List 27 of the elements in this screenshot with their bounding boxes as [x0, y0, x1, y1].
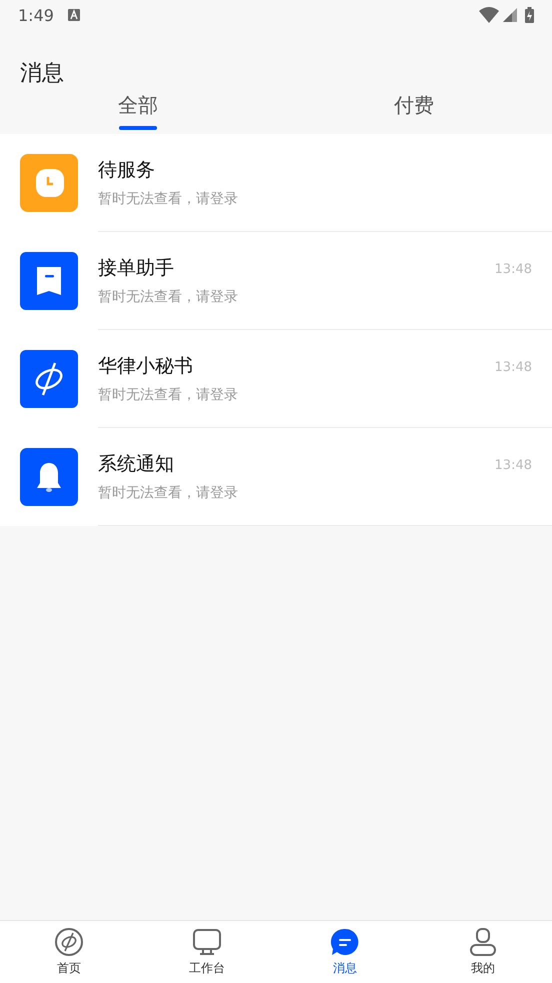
keyboard-icon — [68, 9, 80, 21]
message-time: 13:48 — [494, 458, 532, 473]
message-preview: 暂时无法查看，请登录 — [98, 190, 239, 208]
logo-icon — [54, 927, 84, 957]
monitor-icon — [192, 927, 222, 957]
tab[interactable]: 全部 — [0, 92, 276, 134]
chat-bubble-icon — [330, 927, 360, 957]
nav-tab[interactable]: 消息 — [276, 921, 414, 983]
message-title: 华律小秘书 — [98, 354, 194, 379]
nav-tab[interactable]: 工作台 — [138, 921, 276, 983]
message-title: 待服务 — [98, 158, 156, 183]
wifi-icon — [479, 7, 499, 23]
nav-tab[interactable]: 我的 — [414, 921, 552, 983]
message-preview: 暂时无法查看，请登录 — [98, 386, 239, 404]
nav-tab[interactable]: 首页 — [0, 921, 138, 983]
message-preview: 暂时无法查看，请登录 — [98, 288, 239, 306]
status-time: 1:49 — [18, 6, 54, 24]
message-title: 接单助手 — [98, 256, 175, 281]
page-title: 消息 — [20, 60, 64, 88]
signal-icon — [503, 8, 517, 22]
message-preview: 暂时无法查看，请登录 — [98, 484, 239, 502]
message-time: 13:48 — [494, 262, 532, 277]
tab[interactable]: 付费 — [276, 92, 552, 134]
battery-icon — [525, 7, 534, 23]
person-icon — [468, 927, 498, 957]
message-time: 13:48 — [494, 360, 532, 375]
message-title: 系统通知 — [98, 452, 175, 477]
